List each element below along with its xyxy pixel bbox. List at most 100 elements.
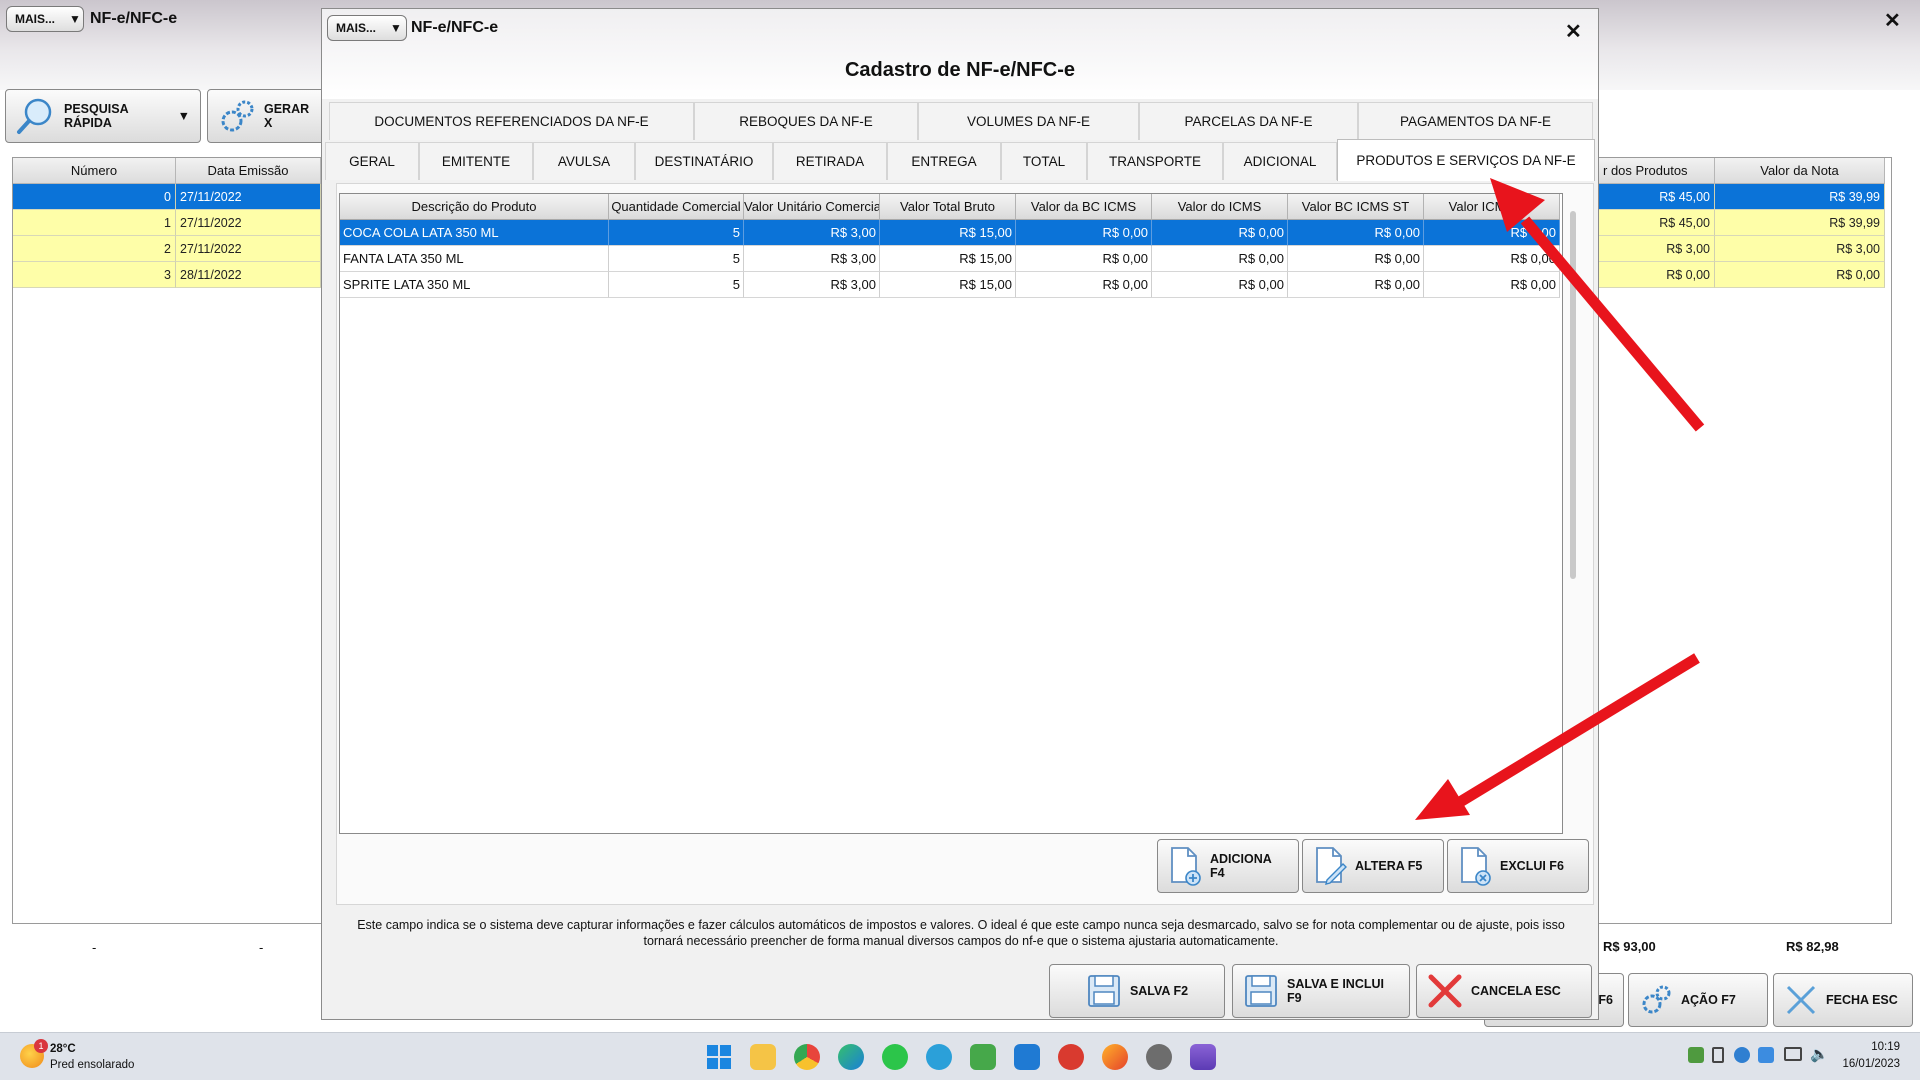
exclui-button[interactable]: EXCLUI F6 (1447, 839, 1589, 893)
col-header-valor-unitario[interactable]: Valor Unitário Comercial (744, 194, 880, 220)
tab-transporte[interactable]: TRANSPORTE (1087, 142, 1223, 180)
grid-header-numero[interactable]: Número (13, 158, 176, 184)
product-cell-qtd[interactable]: 5 (609, 272, 744, 298)
fecha-button[interactable]: FECHA ESC (1773, 973, 1913, 1027)
product-cell-qtd[interactable]: 5 (609, 246, 744, 272)
col-header-bc-icms-st[interactable]: Valor BC ICMS ST (1288, 194, 1424, 220)
grid-cell-produtos[interactable]: R$ 45,00 (1599, 210, 1715, 236)
salva-button[interactable]: SALVA F2 (1049, 964, 1225, 1018)
col-header-icms-st[interactable]: Valor ICMS ST (1424, 194, 1560, 220)
tray-app-icon[interactable] (1688, 1047, 1704, 1063)
tab-volumes[interactable]: VOLUMES DA NF-E (918, 102, 1139, 140)
tab-produtos-servicos[interactable]: PRODUTOS E SERVIÇOS DA NF-E (1337, 139, 1595, 181)
grid-cell-data[interactable]: 27/11/2022 (176, 210, 321, 236)
shield-icon[interactable] (1734, 1047, 1750, 1063)
gerar-button[interactable]: GERAR X (207, 89, 327, 143)
start-icon[interactable] (706, 1044, 732, 1070)
grid-header-produtos[interactable]: r dos Produtos (1599, 158, 1715, 184)
salva-inclui-button[interactable]: SALVA E INCLUI F9 (1232, 964, 1410, 1018)
notepad-icon[interactable] (970, 1044, 996, 1070)
product-cell-icms[interactable]: R$ 0,00 (1152, 220, 1288, 246)
product-cell-qtd[interactable]: 5 (609, 220, 744, 246)
col-header-valor-icms[interactable]: Valor do ICMS (1152, 194, 1288, 220)
firefox-icon[interactable] (1102, 1044, 1128, 1070)
usb-icon[interactable] (1712, 1047, 1724, 1063)
tab-avulsa[interactable]: AVULSA (533, 142, 635, 180)
grid-cell-numero[interactable]: 0 (13, 184, 176, 210)
tab-emitente[interactable]: EMITENTE (419, 142, 533, 180)
product-cell-unit[interactable]: R$ 3,00 (744, 220, 880, 246)
product-cell-bc-st[interactable]: R$ 0,00 (1288, 220, 1424, 246)
media-icon[interactable] (1190, 1044, 1216, 1070)
col-header-quantidade[interactable]: Quantidade Comercial (609, 194, 744, 220)
grid-cell-numero[interactable]: 1 (13, 210, 176, 236)
cloud-icon[interactable] (1758, 1047, 1774, 1063)
product-cell-bruto[interactable]: R$ 15,00 (880, 246, 1016, 272)
app-icon[interactable] (1058, 1044, 1084, 1070)
product-cell-bruto[interactable]: R$ 15,00 (880, 220, 1016, 246)
product-cell-icms-st[interactable]: R$ 0,00 (1424, 220, 1560, 246)
quick-search-button[interactable]: PESQUISA RÁPIDA ▼ (5, 89, 201, 143)
network-icon[interactable] (1784, 1047, 1802, 1061)
tab-entrega[interactable]: ENTREGA (887, 142, 1001, 180)
col-header-bc-icms[interactable]: Valor da BC ICMS (1016, 194, 1152, 220)
clock-time[interactable]: 10:19 (1836, 1041, 1900, 1053)
product-cell-bc-icms[interactable]: R$ 0,00 (1016, 246, 1152, 272)
telegram-icon[interactable] (926, 1044, 952, 1070)
tab-destinatario[interactable]: DESTINATÁRIO (635, 142, 773, 180)
chrome-icon[interactable] (794, 1044, 820, 1070)
main-close-icon[interactable]: ✕ (1884, 8, 1901, 33)
modal-mais-dropdown[interactable]: MAIS... ▼ (327, 15, 407, 41)
whatsapp-icon[interactable] (882, 1044, 908, 1070)
grid-cell-nota[interactable]: R$ 39,99 (1715, 210, 1885, 236)
adiciona-button[interactable]: ADICIONA F4 (1157, 839, 1299, 893)
grid-scrollbar[interactable] (1570, 211, 1576, 579)
product-cell-bc-icms[interactable]: R$ 0,00 (1016, 220, 1152, 246)
grid-cell-nota[interactable]: R$ 39,99 (1715, 184, 1885, 210)
grid-cell-produtos[interactable]: R$ 45,00 (1599, 184, 1715, 210)
tab-pagamentos[interactable]: PAGAMENTOS DA NF-E (1358, 102, 1593, 140)
product-cell-icms[interactable]: R$ 0,00 (1152, 272, 1288, 298)
tab-retirada[interactable]: RETIRADA (773, 142, 887, 180)
product-cell-descricao[interactable]: COCA COLA LATA 350 ML (340, 220, 609, 246)
tab-documentos-referenciados[interactable]: DOCUMENTOS REFERENCIADOS DA NF-E (329, 102, 694, 140)
edge-icon[interactable] (838, 1044, 864, 1070)
col-header-descricao[interactable]: Descrição do Produto (340, 194, 609, 220)
grid-cell-numero[interactable]: 3 (13, 262, 176, 288)
grid-cell-produtos[interactable]: R$ 3,00 (1599, 236, 1715, 262)
mail-icon[interactable] (1014, 1044, 1040, 1070)
gear-app-icon[interactable] (1146, 1044, 1172, 1070)
tab-geral[interactable]: GERAL (325, 142, 419, 180)
tab-parcelas[interactable]: PARCELAS DA NF-E (1139, 102, 1358, 140)
grid-header-nota[interactable]: Valor da Nota (1715, 158, 1885, 184)
cancela-button[interactable]: CANCELA ESC (1416, 964, 1592, 1018)
main-mais-dropdown[interactable]: MAIS... ▼ (6, 6, 84, 32)
grid-cell-nota[interactable]: R$ 0,00 (1715, 262, 1885, 288)
modal-close-icon[interactable]: ✕ (1565, 19, 1582, 44)
tab-adicional[interactable]: ADICIONAL (1223, 142, 1337, 180)
product-cell-descricao[interactable]: SPRITE LATA 350 ML (340, 272, 609, 298)
product-cell-unit[interactable]: R$ 3,00 (744, 272, 880, 298)
grid-cell-produtos[interactable]: R$ 0,00 (1599, 262, 1715, 288)
product-cell-icms-st[interactable]: R$ 0,00 (1424, 272, 1560, 298)
grid-cell-data[interactable]: 27/11/2022 (176, 184, 321, 210)
clock-date[interactable]: 16/01/2023 (1826, 1058, 1900, 1070)
grid-header-data[interactable]: Data Emissão (176, 158, 321, 184)
file-explorer-icon[interactable] (750, 1044, 776, 1070)
grid-cell-data[interactable]: 28/11/2022 (176, 262, 321, 288)
product-cell-bc-st[interactable]: R$ 0,00 (1288, 272, 1424, 298)
product-cell-descricao[interactable]: FANTA LATA 350 ML (340, 246, 609, 272)
product-cell-icms-st[interactable]: R$ 0,00 (1424, 246, 1560, 272)
acao-button[interactable]: AÇÃO F7 (1628, 973, 1768, 1027)
col-header-valor-total-bruto[interactable]: Valor Total Bruto (880, 194, 1016, 220)
product-cell-unit[interactable]: R$ 3,00 (744, 246, 880, 272)
grid-cell-numero[interactable]: 2 (13, 236, 176, 262)
tab-reboques[interactable]: REBOQUES DA NF-E (694, 102, 918, 140)
product-cell-icms[interactable]: R$ 0,00 (1152, 246, 1288, 272)
altera-button[interactable]: ALTERA F5 (1302, 839, 1444, 893)
product-cell-bruto[interactable]: R$ 15,00 (880, 272, 1016, 298)
product-cell-bc-icms[interactable]: R$ 0,00 (1016, 272, 1152, 298)
product-cell-bc-st[interactable]: R$ 0,00 (1288, 246, 1424, 272)
grid-cell-data[interactable]: 27/11/2022 (176, 236, 321, 262)
tab-total[interactable]: TOTAL (1001, 142, 1087, 180)
